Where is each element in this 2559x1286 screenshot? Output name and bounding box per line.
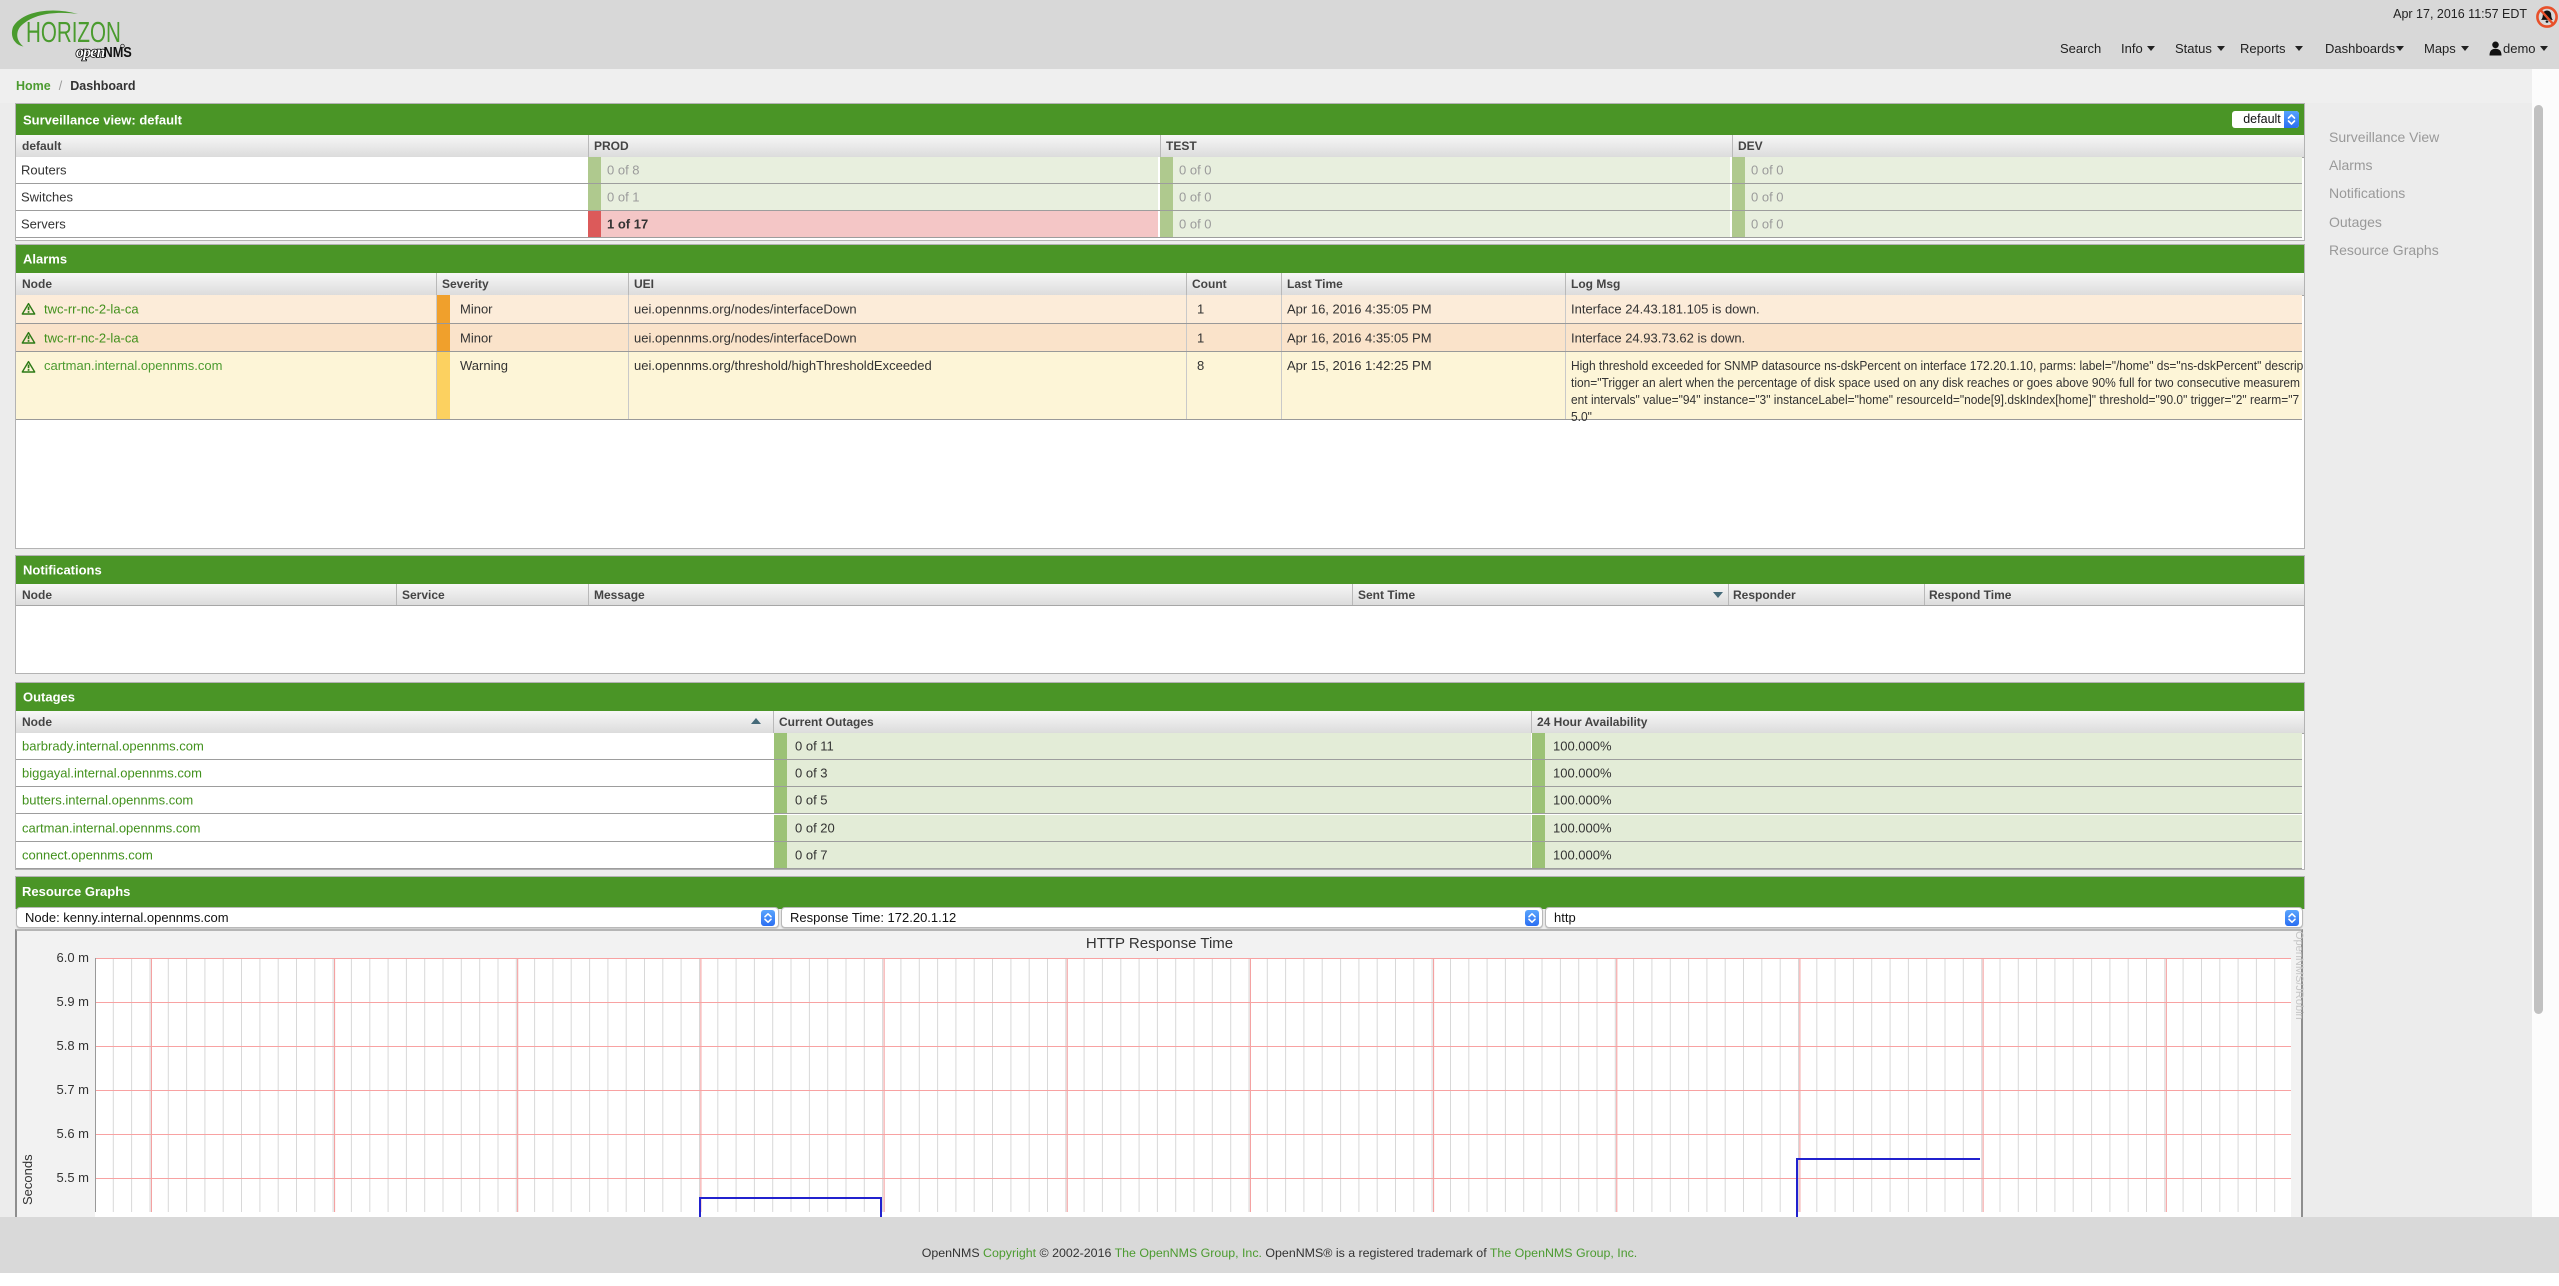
svg-text:open: open <box>76 44 105 61</box>
svg-text:NMS: NMS <box>104 43 132 60</box>
